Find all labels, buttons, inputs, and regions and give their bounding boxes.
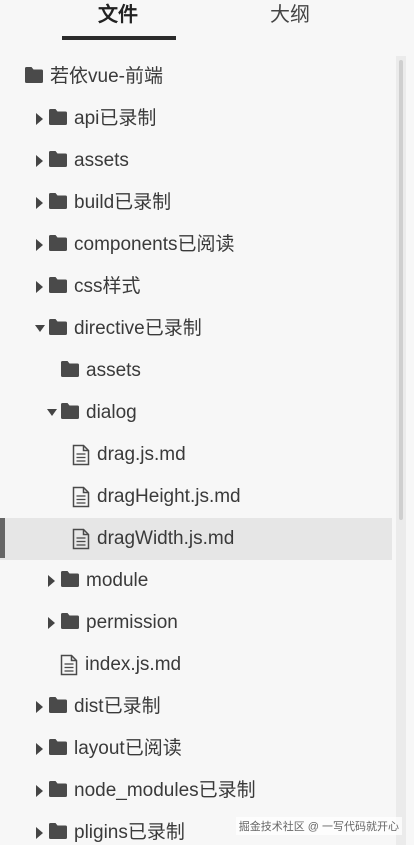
tree-folder-row[interactable]: components已阅读 <box>0 224 392 266</box>
folder-icon <box>60 402 80 425</box>
chevron-right-icon[interactable] <box>46 574 56 588</box>
chevron-down-icon[interactable] <box>34 322 45 336</box>
chevron-right-icon[interactable] <box>34 826 44 840</box>
tree-item-label: index.js.md <box>85 654 182 675</box>
tree-item-label: layout已阅读 <box>74 738 182 759</box>
tree-file-row[interactable]: drag.js.md <box>0 434 392 476</box>
folder-icon <box>48 696 68 719</box>
watermark: 掘金技术社区 @ 一写代码就开心 <box>235 817 402 835</box>
tree-item-label: dialog <box>86 402 137 423</box>
tree-folder-row[interactable]: assets <box>0 140 392 182</box>
tree-folder-row[interactable]: api已录制 <box>0 98 392 140</box>
tree-item-label: drag.js.md <box>97 444 186 465</box>
folder-icon <box>48 822 68 845</box>
tree-item-label: build已录制 <box>74 192 172 213</box>
folder-icon <box>24 66 44 89</box>
tree-item-label: pligins已录制 <box>74 822 185 843</box>
tree-item-label: assets <box>74 150 129 171</box>
folder-icon <box>48 150 68 173</box>
tree-item-label: components已阅读 <box>74 234 235 255</box>
folder-icon <box>60 570 80 593</box>
tree-folder-row[interactable]: directive已录制 <box>0 308 392 350</box>
chevron-right-icon[interactable] <box>34 784 44 798</box>
chevron-right-icon[interactable] <box>34 112 44 126</box>
chevron-right-icon[interactable] <box>34 196 44 210</box>
tree-item-label: css样式 <box>74 276 141 297</box>
scrollbar-thumb[interactable] <box>399 60 403 520</box>
tree-folder-row[interactable]: 若依vue-前端 <box>0 56 392 98</box>
tab-outline[interactable]: 大纲 <box>240 0 340 30</box>
tree-folder-row[interactable]: dialog <box>0 392 392 434</box>
tree-folder-row[interactable]: node_modules已录制 <box>0 770 392 812</box>
document-icon <box>60 654 78 681</box>
tree-item-label: api已录制 <box>74 108 157 129</box>
tree-folder-row[interactable]: build已录制 <box>0 182 392 224</box>
chevron-right-icon[interactable] <box>34 742 44 756</box>
tree-item-label: directive已录制 <box>74 318 202 339</box>
tree-item-label: dragHeight.js.md <box>97 486 241 507</box>
chevron-right-icon[interactable] <box>34 238 44 252</box>
folder-icon <box>48 234 68 257</box>
folder-icon <box>48 276 68 299</box>
tree-file-row[interactable]: dragWidth.js.md <box>0 518 392 560</box>
file-tree: 若依vue-前端 api已录制 assets build已录制 components已阅… <box>0 56 406 845</box>
chevron-right-icon[interactable] <box>34 154 44 168</box>
document-icon <box>72 528 90 555</box>
folder-icon <box>48 318 68 341</box>
tree-item-label: assets <box>86 360 141 381</box>
tree-file-row[interactable]: dragHeight.js.md <box>0 476 392 518</box>
folder-icon <box>48 108 68 131</box>
tab-files[interactable]: 文件 <box>60 0 176 30</box>
tree-folder-row[interactable]: css样式 <box>0 266 392 308</box>
tree-item-label: dist已录制 <box>74 696 161 717</box>
chevron-right-icon[interactable] <box>34 700 44 714</box>
tree-file-row[interactable]: index.js.md <box>0 644 392 686</box>
folder-icon <box>48 192 68 215</box>
document-icon <box>72 444 90 471</box>
tree-folder-row[interactable]: permission <box>0 602 392 644</box>
file-sidebar: 文件 大纲 若依vue-前端 api已录制 assets build已录制 compon… <box>0 0 414 845</box>
tree-item-label: node_modules已录制 <box>74 780 256 801</box>
sidebar-tabs: 文件 大纲 <box>0 0 414 44</box>
document-icon <box>72 486 90 513</box>
tree-folder-row[interactable]: dist已录制 <box>0 686 392 728</box>
tree-item-label: 若依vue-前端 <box>50 66 163 87</box>
folder-icon <box>48 780 68 803</box>
tree-item-label: module <box>86 570 149 591</box>
folder-icon <box>60 612 80 635</box>
selected-indicator <box>0 518 5 558</box>
tree-folder-row[interactable]: layout已阅读 <box>0 728 392 770</box>
folder-icon <box>48 738 68 761</box>
tree-folder-row[interactable]: assets <box>0 350 392 392</box>
chevron-down-icon[interactable] <box>46 406 57 420</box>
active-tab-indicator <box>62 36 176 40</box>
chevron-right-icon[interactable] <box>46 616 56 630</box>
folder-icon <box>60 360 80 383</box>
chevron-right-icon[interactable] <box>34 280 44 294</box>
tree-folder-row[interactable]: module <box>0 560 392 602</box>
tree-item-label: permission <box>86 612 178 633</box>
tree-item-label: dragWidth.js.md <box>97 528 235 549</box>
